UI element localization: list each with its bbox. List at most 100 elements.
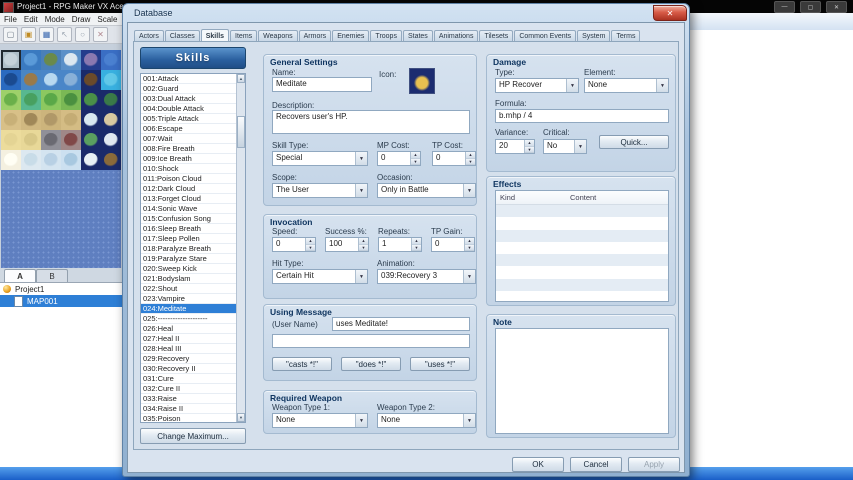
palette-tile[interactable] <box>61 50 81 70</box>
tab-states[interactable]: States <box>403 30 433 41</box>
apply-button[interactable]: Apply <box>628 457 680 472</box>
skill-list-item[interactable]: 004:Double Attack <box>141 104 237 114</box>
palette-tile[interactable] <box>61 90 81 110</box>
menu-item-edit[interactable]: Edit <box>24 15 38 24</box>
skill-list-item[interactable]: 017:Sleep Pollen <box>141 234 237 244</box>
palette-tile[interactable] <box>41 90 61 110</box>
quick-button[interactable]: Quick... <box>599 135 669 149</box>
skill-list-item[interactable]: 007:Wait <box>141 134 237 144</box>
hit-type-select[interactable]: Certain Hit▼ <box>272 269 368 284</box>
skill-type-select[interactable]: Special▼ <box>272 151 368 166</box>
palette-tile[interactable] <box>41 70 61 90</box>
skill-list-item[interactable]: 016:Sleep Breath <box>141 224 237 234</box>
maximize-icon[interactable]: ▢ <box>800 1 821 13</box>
message-line2-input[interactable] <box>272 334 470 348</box>
skill-list-item[interactable]: 033:Raise <box>141 394 237 404</box>
menu-item-mode[interactable]: Mode <box>45 15 65 24</box>
save-icon[interactable]: ▦ <box>39 27 54 42</box>
menu-item-file[interactable]: File <box>4 15 17 24</box>
skill-list-item[interactable]: 021:Bodyslam <box>141 274 237 284</box>
palette-tile[interactable] <box>21 130 41 150</box>
palette-tile[interactable] <box>41 110 61 130</box>
spinner-arrows-icon[interactable]: ▲▼ <box>411 238 421 251</box>
palette-tab-a[interactable]: A <box>4 269 36 282</box>
occasion-select[interactable]: Only in Battle▼ <box>377 183 476 198</box>
skill-list-item[interactable]: 034:Raise II <box>141 404 237 414</box>
tab-animations[interactable]: Animations <box>434 30 479 41</box>
palette-tile[interactable] <box>21 110 41 130</box>
spinner-arrows-icon[interactable]: ▲▼ <box>524 140 534 153</box>
skill-list-item[interactable]: 006:Escape <box>141 124 237 134</box>
variance-stepper[interactable]: 20▲▼ <box>495 139 535 154</box>
change-maximum-button[interactable]: Change Maximum... <box>140 428 246 444</box>
animation-select[interactable]: 039:Recovery 3▼ <box>377 269 476 284</box>
skill-list-item[interactable]: 009:Ice Breath <box>141 154 237 164</box>
skill-list-item[interactable]: 010:Shock <box>141 164 237 174</box>
critical-select[interactable]: No▼ <box>543 139 587 154</box>
skill-list-item[interactable]: 029:Recovery <box>141 354 237 364</box>
skill-list-item[interactable]: 032:Cure II <box>141 384 237 394</box>
tab-enemies[interactable]: Enemies <box>332 30 369 41</box>
skill-list-item[interactable]: 027:Heal II <box>141 334 237 344</box>
palette-tile[interactable] <box>81 50 101 70</box>
palette-tile[interactable] <box>101 90 121 110</box>
tab-skills[interactable]: Skills <box>201 29 229 41</box>
open-project-icon[interactable]: ▣ <box>21 27 36 42</box>
meditate-skill-icon[interactable] <box>409 68 435 94</box>
menu-item-scale[interactable]: Scale <box>97 15 117 24</box>
palette-tile[interactable] <box>101 130 121 150</box>
skill-list-item[interactable]: 003:Dual Attack <box>141 94 237 104</box>
skill-list-item[interactable]: 035:Poison <box>141 414 237 423</box>
skill-list-item[interactable]: 014:Sonic Wave <box>141 204 237 214</box>
skill-list-item[interactable]: 028:Heal III <box>141 344 237 354</box>
palette-tile[interactable] <box>81 110 101 130</box>
weapon-type1-select[interactable]: None▼ <box>272 413 368 428</box>
skills-scrollbar[interactable]: ▲ ▼ <box>236 74 245 422</box>
palette-tile[interactable] <box>81 90 101 110</box>
palette-tile[interactable] <box>1 130 21 150</box>
skills-list[interactable]: 001:Attack002:Guard003:Dual Attack004:Do… <box>140 73 246 423</box>
scroll-up-icon[interactable]: ▲ <box>237 74 245 83</box>
skill-list-item[interactable]: 012:Dark Cloud <box>141 184 237 194</box>
mp-cost-stepper[interactable]: 0▲▼ <box>377 151 421 166</box>
new-project-icon[interactable]: ▢ <box>3 27 18 42</box>
description-input[interactable]: Recovers user's HP. <box>272 110 470 134</box>
scroll-down-icon[interactable]: ▼ <box>237 413 245 422</box>
message-preset-button-0[interactable]: "casts *!" <box>272 357 332 371</box>
name-input[interactable]: Meditate <box>272 77 372 92</box>
note-input[interactable] <box>495 328 669 434</box>
skill-list-item[interactable]: 030:Recovery II <box>141 364 237 374</box>
skill-list-item[interactable]: 015:Confusion Song <box>141 214 237 224</box>
close-icon[interactable]: ✕ <box>653 5 687 21</box>
effects-empty-row[interactable] <box>496 230 668 242</box>
damage-type-select[interactable]: HP Recover▼ <box>495 78 579 93</box>
skill-list-item[interactable]: 022:Shout <box>141 284 237 294</box>
skill-list-item[interactable]: 002:Guard <box>141 84 237 94</box>
spinner-arrows-icon[interactable]: ▲▼ <box>305 238 315 251</box>
tab-actors[interactable]: Actors <box>134 30 164 41</box>
palette-tile[interactable] <box>61 70 81 90</box>
message-preset-button-2[interactable]: "uses *!" <box>410 357 470 371</box>
tp-gain-stepper[interactable]: 0▲▼ <box>431 237 475 252</box>
message-preset-button-1[interactable]: "does *!" <box>341 357 401 371</box>
tree-root-project1[interactable]: Project1 <box>0 283 122 295</box>
tab-weapons[interactable]: Weapons <box>258 30 297 41</box>
tab-terms[interactable]: Terms <box>611 30 640 41</box>
tileset-palette-empty-area[interactable] <box>1 170 121 268</box>
effects-table[interactable]: Kind Content <box>495 190 669 302</box>
skill-list-item[interactable]: 026:Heal <box>141 324 237 334</box>
skill-list-item[interactable]: 020:Sweep Kick <box>141 264 237 274</box>
palette-tile[interactable] <box>21 150 41 170</box>
element-select[interactable]: None▼ <box>584 78 669 93</box>
palette-tile[interactable] <box>1 50 21 70</box>
repeats-stepper[interactable]: 1▲▼ <box>378 237 422 252</box>
palette-tile[interactable] <box>1 70 21 90</box>
effects-empty-row[interactable] <box>496 279 668 291</box>
palette-tile[interactable] <box>41 150 61 170</box>
skill-list-item[interactable]: 024:Meditate <box>141 304 237 314</box>
formula-input[interactable]: b.mhp / 4 <box>495 109 669 123</box>
cursor-icon[interactable]: ↖ <box>57 27 72 42</box>
effects-empty-row[interactable] <box>496 266 668 278</box>
effects-empty-row[interactable] <box>496 217 668 229</box>
palette-tile[interactable] <box>81 70 101 90</box>
